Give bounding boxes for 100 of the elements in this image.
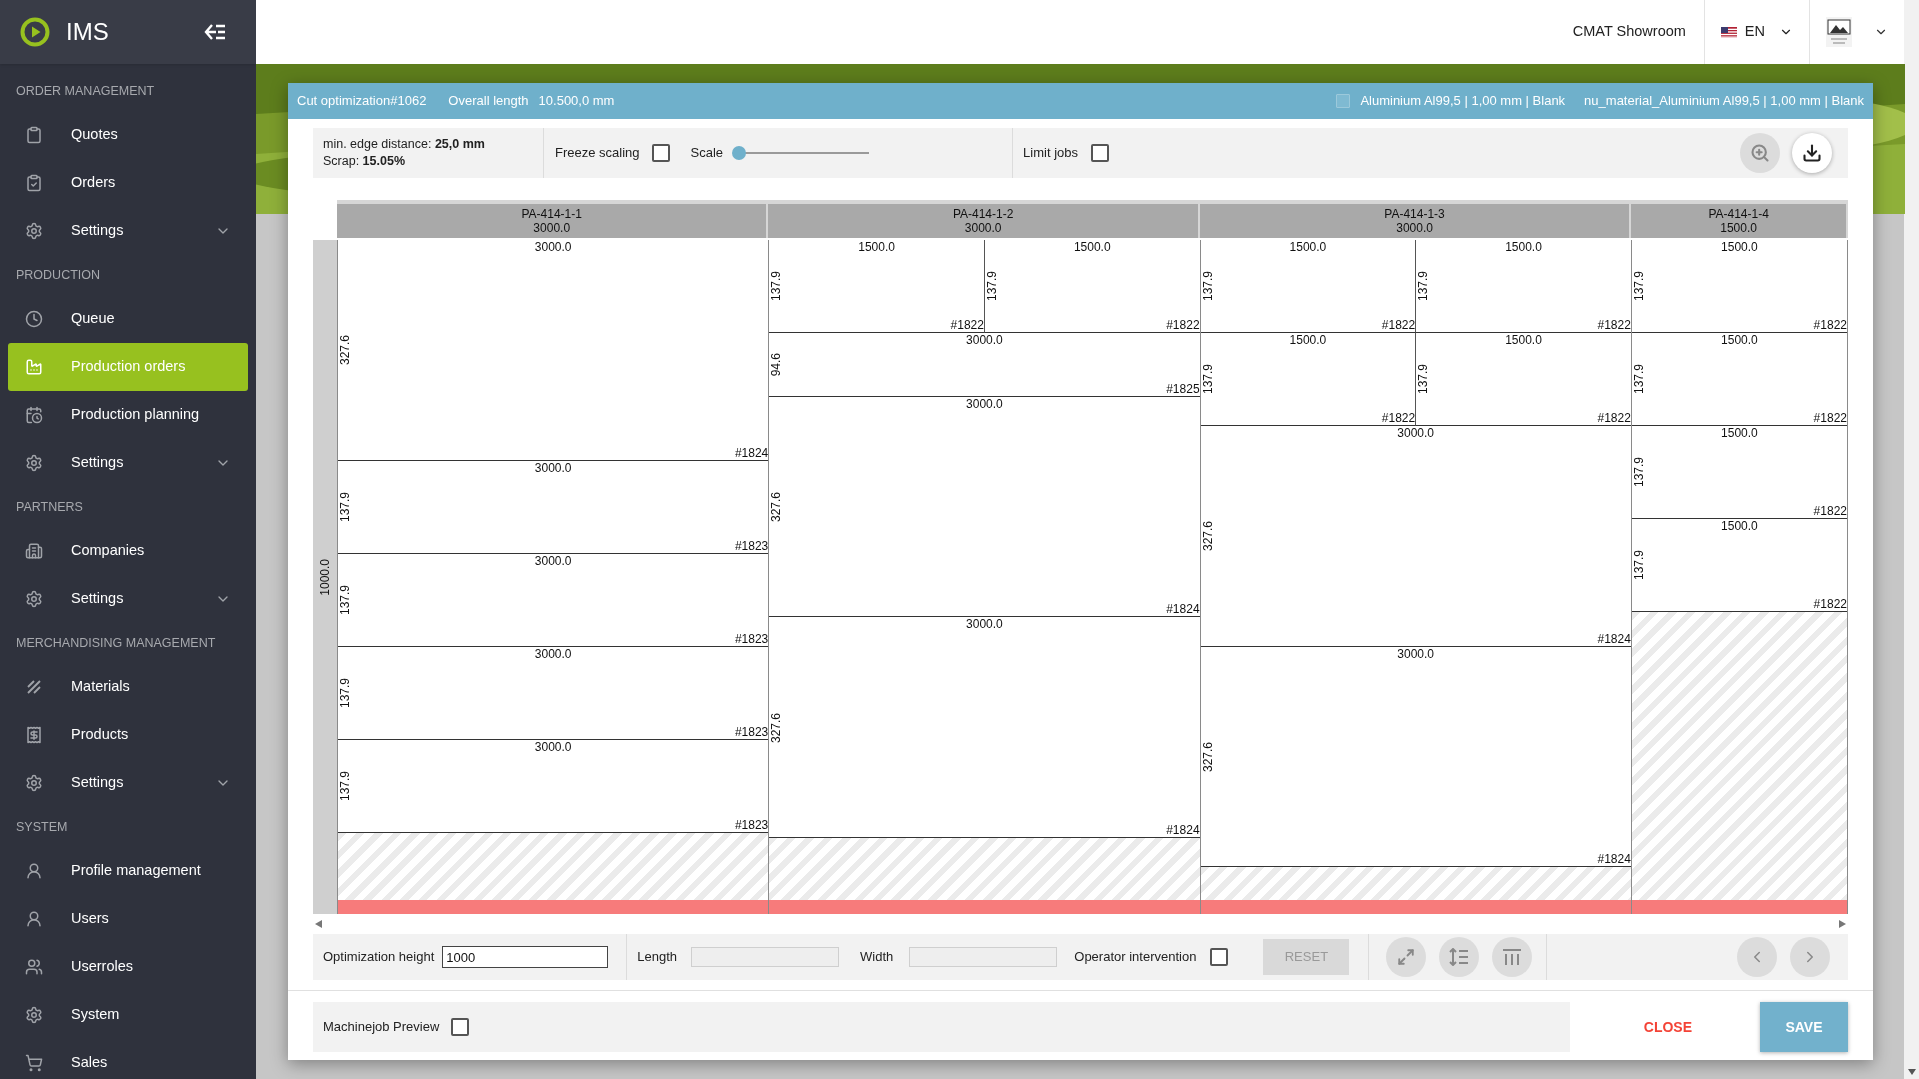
nav-item[interactable]: Queue	[8, 295, 248, 343]
operator-intervention-checkbox[interactable]	[1210, 948, 1229, 966]
zoom-in-button[interactable]	[1740, 133, 1780, 173]
job-number: #1823	[734, 539, 769, 553]
column-spacing-button[interactable]	[1492, 937, 1533, 977]
section-heading: SYSTEM	[16, 818, 68, 836]
job-number: #1825	[1166, 382, 1200, 396]
nav-item[interactable]: Profile management	[8, 847, 248, 895]
piece-width: 1500.0	[1289, 240, 1327, 254]
nav-item[interactable]: Users	[8, 895, 248, 943]
freeze-scaling-checkbox[interactable]	[651, 144, 670, 162]
width-label: Width	[860, 948, 894, 967]
piece-width: 3000.0	[966, 396, 1003, 411]
optimization-height-label: Optimization height	[323, 948, 435, 967]
gear-icon	[25, 454, 43, 472]
section-heading: PRODUCTION	[16, 266, 101, 284]
piece-width: 3000.0	[1397, 646, 1435, 661]
language-dropdown[interactable]: EN	[1704, 0, 1809, 64]
piece-width: 1500.0	[1289, 332, 1327, 347]
nav-item[interactable]: Quotes	[8, 111, 248, 159]
nav-item[interactable]: Userroles	[8, 943, 248, 991]
scale-label: Scale	[690, 144, 724, 163]
piece-width: 1500.0	[1073, 240, 1111, 254]
piece-height: 327.6	[770, 712, 784, 743]
gear-icon	[25, 774, 43, 792]
piece-height: 137.9	[1417, 364, 1431, 395]
slider-thumb[interactable]	[732, 146, 747, 160]
nav-item[interactable]: Sales	[8, 1039, 248, 1079]
nav-item[interactable]: Settings	[8, 207, 248, 255]
job-number: #1822	[950, 318, 984, 332]
info-text: Scrap: 15.05%	[323, 153, 406, 170]
piece-height: 327.6	[1201, 742, 1215, 773]
piece-height: 137.9	[1201, 364, 1215, 395]
piece-width: 3000.0	[534, 646, 572, 661]
gear-icon	[25, 222, 43, 240]
piece-height: 137.9	[1632, 550, 1646, 581]
nav-item[interactable]: Settings	[8, 575, 248, 623]
nav-item[interactable]: System	[8, 991, 248, 1039]
job-number: #1822	[1597, 411, 1631, 425]
optimization-height-input[interactable]: 1000	[442, 946, 609, 968]
row-spacing-button[interactable]	[1439, 937, 1480, 977]
nav-item[interactable]: Materials	[8, 663, 248, 711]
users-icon	[25, 958, 43, 976]
job-number: #1822	[1813, 411, 1847, 425]
piece-height: 137.9	[985, 271, 999, 302]
job-number: #1822	[1381, 411, 1416, 425]
job-number: #1822	[1381, 318, 1416, 332]
stock-length: 3000.0	[1396, 221, 1433, 235]
download-button[interactable]	[1792, 133, 1832, 173]
expand-icon	[1397, 948, 1416, 966]
limit-jobs-checkbox[interactable]	[1091, 144, 1109, 162]
gear-icon	[25, 590, 43, 608]
piece-height: 327.6	[339, 335, 352, 366]
piece-width: 1500.0	[1721, 240, 1758, 254]
calendar-clock-icon	[25, 406, 43, 424]
nav-item[interactable]: Production planning	[8, 391, 248, 439]
section-heading: ORDER MANAGEMENT	[16, 82, 155, 100]
piece-height: 137.9	[1632, 457, 1646, 488]
job-number: #1824	[1166, 824, 1200, 838]
nav-item[interactable]: Settings	[8, 759, 248, 807]
job-number: #1822	[1166, 318, 1200, 332]
collapse-arrow-icon[interactable]	[204, 23, 226, 41]
job-number: #1822	[1597, 318, 1631, 332]
nav-item[interactable]: Products	[8, 711, 248, 759]
flag-icon	[1720, 26, 1737, 38]
receipt-icon	[25, 726, 43, 744]
fit-button[interactable]	[1386, 937, 1427, 977]
scroll-down-icon[interactable]	[1907, 1069, 1916, 1075]
stock-length: 1500.0	[1720, 221, 1757, 235]
material-checkbox[interactable]	[1336, 94, 1351, 108]
piece-height: 137.9	[1632, 271, 1646, 302]
section-heading: PARTNERS	[16, 498, 83, 516]
job-number: #1823	[734, 632, 769, 646]
job-number: #1823	[734, 818, 769, 832]
app-title: IMS	[66, 17, 109, 47]
machinejob-preview-checkbox[interactable]	[451, 1018, 470, 1036]
nav-item[interactable]: Settings	[8, 439, 248, 487]
nav-item[interactable]: Companies	[8, 527, 248, 575]
machinejob-preview-label: Machinejob Preview	[323, 1018, 440, 1037]
piece-height: 137.9	[339, 585, 352, 616]
piece-height: 137.9	[1201, 271, 1215, 302]
freeze-scaling-label: Freeze scaling	[555, 144, 640, 163]
clock-icon	[25, 310, 43, 328]
zoom-in-icon	[1750, 143, 1770, 163]
stock-length: 3000.0	[964, 221, 1002, 235]
user-icon	[25, 910, 43, 928]
piece-height: 137.9	[1417, 271, 1431, 302]
piece-height: 137.9	[339, 678, 352, 709]
operator-intervention-label: Operator intervention	[1074, 948, 1197, 967]
piece-height: 137.9	[1632, 364, 1646, 395]
close-button[interactable]: CLOSE	[1627, 1002, 1708, 1052]
nav-item[interactable]: Orders	[8, 159, 248, 207]
page-scrollbar[interactable]	[1904, 0, 1919, 1079]
job-number: #1823	[734, 725, 769, 739]
download-icon	[1802, 143, 1822, 163]
user-icon	[25, 862, 43, 880]
hatch-icon	[25, 678, 43, 696]
length-label: Length	[637, 948, 678, 967]
piece-width: 3000.0	[534, 460, 572, 475]
piece-width: 3000.0	[1397, 425, 1435, 440]
